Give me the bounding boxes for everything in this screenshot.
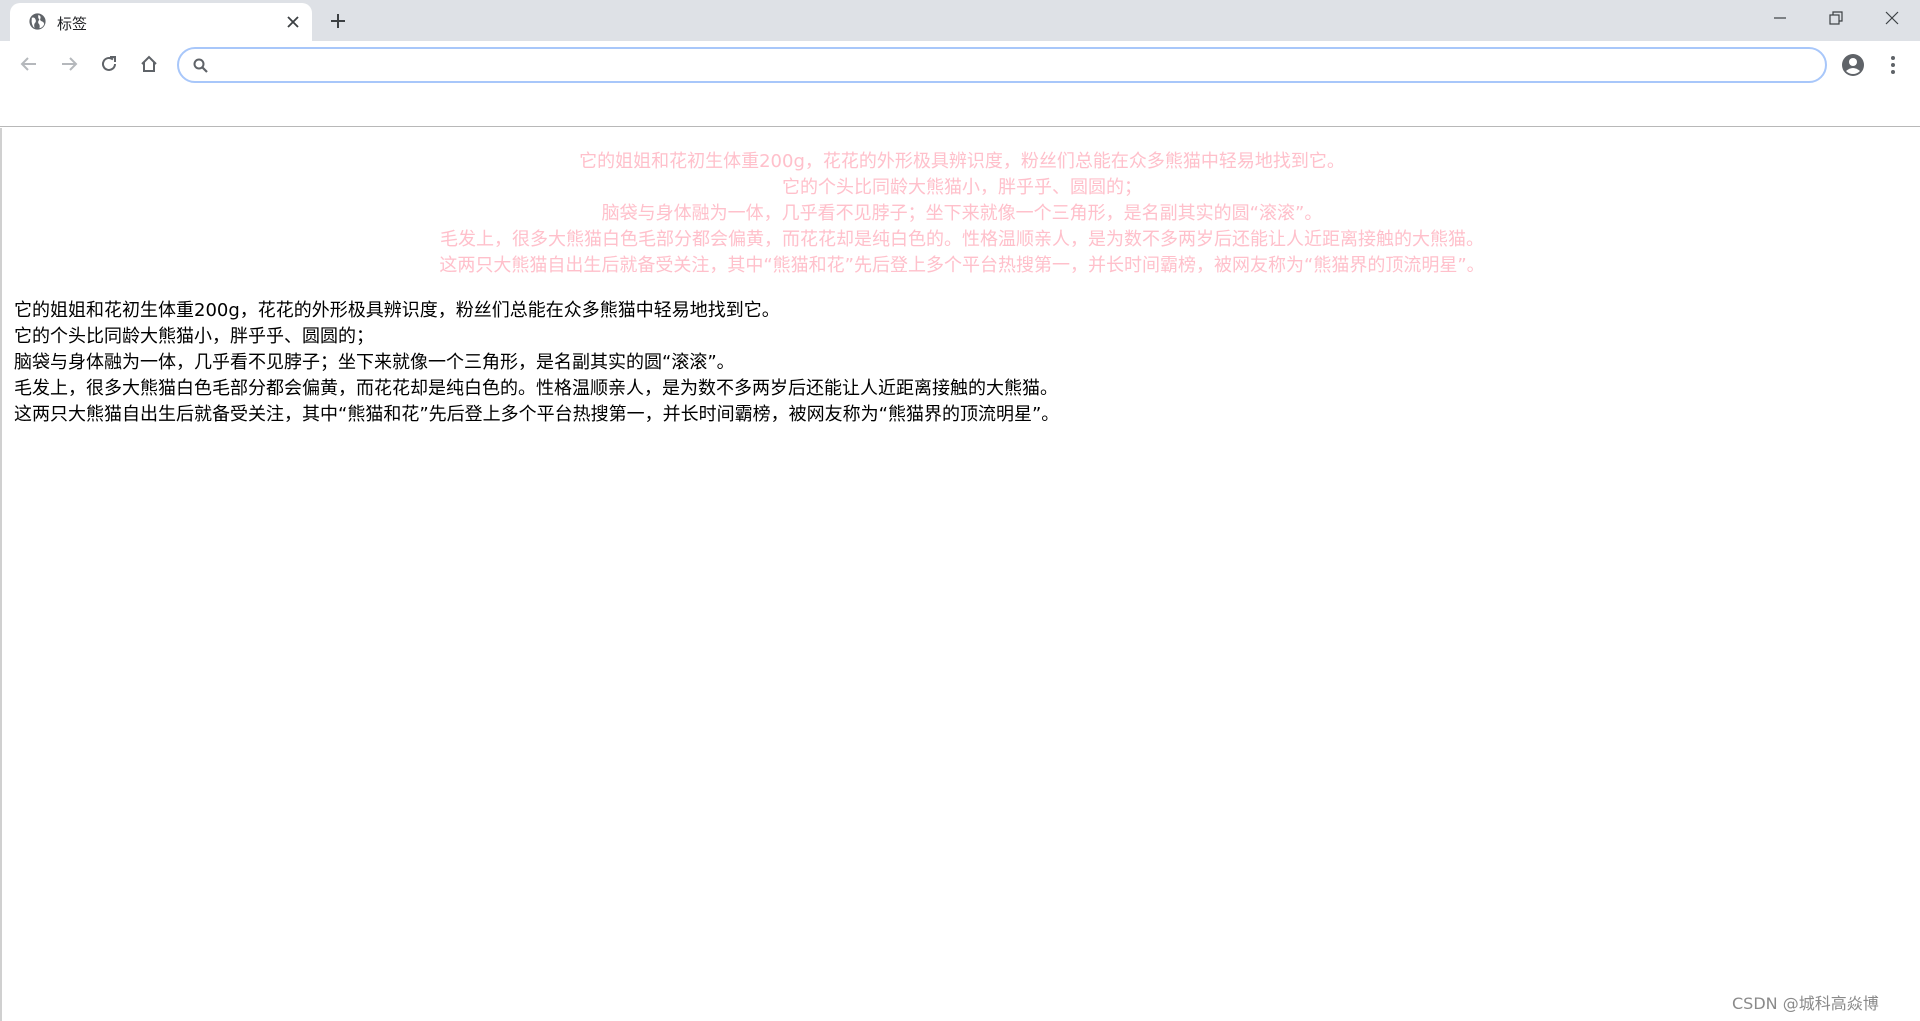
centered-pink-paragraph: 它的姐姐和花初生体重200g，花花的外形极具辨识度，粉丝们总能在众多熊猫中轻易地…	[2, 149, 1920, 279]
watermark-text: CSDN @城科高焱博	[1732, 994, 1879, 1013]
home-icon[interactable]	[134, 49, 164, 79]
centered-line: 它的个头比同龄大熊猫小，胖乎乎、圆圆的；	[782, 177, 1142, 198]
address-bar[interactable]	[177, 47, 1827, 83]
tab-title: 标签	[57, 15, 88, 33]
plain-line: 它的个头比同龄大熊猫小，胖乎乎、圆圆的；	[14, 326, 374, 347]
plain-line: 这两只大熊猫自出生后就备受关注，其中“熊猫和花”先后登上多个平台热搜第一，并长时…	[14, 404, 1060, 425]
plain-line: 脑袋与身体融为一体，几乎看不见脖子；坐下来就像一个三角形，是名副其实的圆“滚滚”…	[14, 352, 735, 373]
new-tab-plus-icon[interactable]	[326, 9, 350, 33]
plain-black-paragraph: 它的姐姐和花初生体重200g，花花的外形极具辨识度，粉丝们总能在众多熊猫中轻易地…	[14, 298, 1814, 428]
page-viewport: 它的姐姐和花初生体重200g，花花的外形极具辨识度，粉丝们总能在众多熊猫中轻易地…	[0, 128, 1920, 1021]
forward-arrow-icon[interactable]	[54, 49, 84, 79]
centered-line: 脑袋与身体融为一体，几乎看不见脖子；坐下来就像一个三角形，是名副其实的圆“滚滚”…	[601, 203, 1323, 224]
plain-line: 它的姐姐和花初生体重200g，花花的外形极具辨识度，粉丝们总能在众多熊猫中轻易地…	[14, 300, 780, 321]
bookmark-bar	[0, 88, 1920, 127]
centered-line: 它的姐姐和花初生体重200g，花花的外形极具辨识度，粉丝们总能在众多熊猫中轻易地…	[579, 151, 1345, 172]
browser-tab[interactable]: 标签	[10, 3, 312, 41]
minimize-button[interactable]	[1752, 0, 1808, 36]
address-input[interactable]	[221, 53, 1811, 77]
centered-line: 毛发上，很多大熊猫白色毛部分都会偏黄，而花花却是纯白色的。性格温顺亲人，是为数不…	[440, 229, 1484, 250]
search-icon	[191, 56, 211, 76]
reload-icon[interactable]	[94, 49, 124, 79]
profile-avatar-icon[interactable]	[1838, 50, 1868, 80]
more-menu-icon[interactable]	[1878, 50, 1908, 80]
centered-line: 这两只大熊猫自出生后就备受关注，其中“熊猫和花”先后登上多个平台热搜第一，并长时…	[439, 255, 1485, 276]
plain-line: 毛发上，很多大熊猫白色毛部分都会偏黄，而花花却是纯白色的。性格温顺亲人，是为数不…	[14, 378, 1058, 399]
tab-close-icon[interactable]	[283, 12, 303, 32]
browser-toolbar	[0, 41, 1920, 88]
tab-strip: 标签	[0, 0, 1920, 41]
close-window-button[interactable]	[1864, 0, 1920, 36]
globe-icon	[28, 12, 47, 31]
restore-button[interactable]	[1808, 0, 1864, 36]
back-arrow-icon[interactable]	[14, 49, 44, 79]
